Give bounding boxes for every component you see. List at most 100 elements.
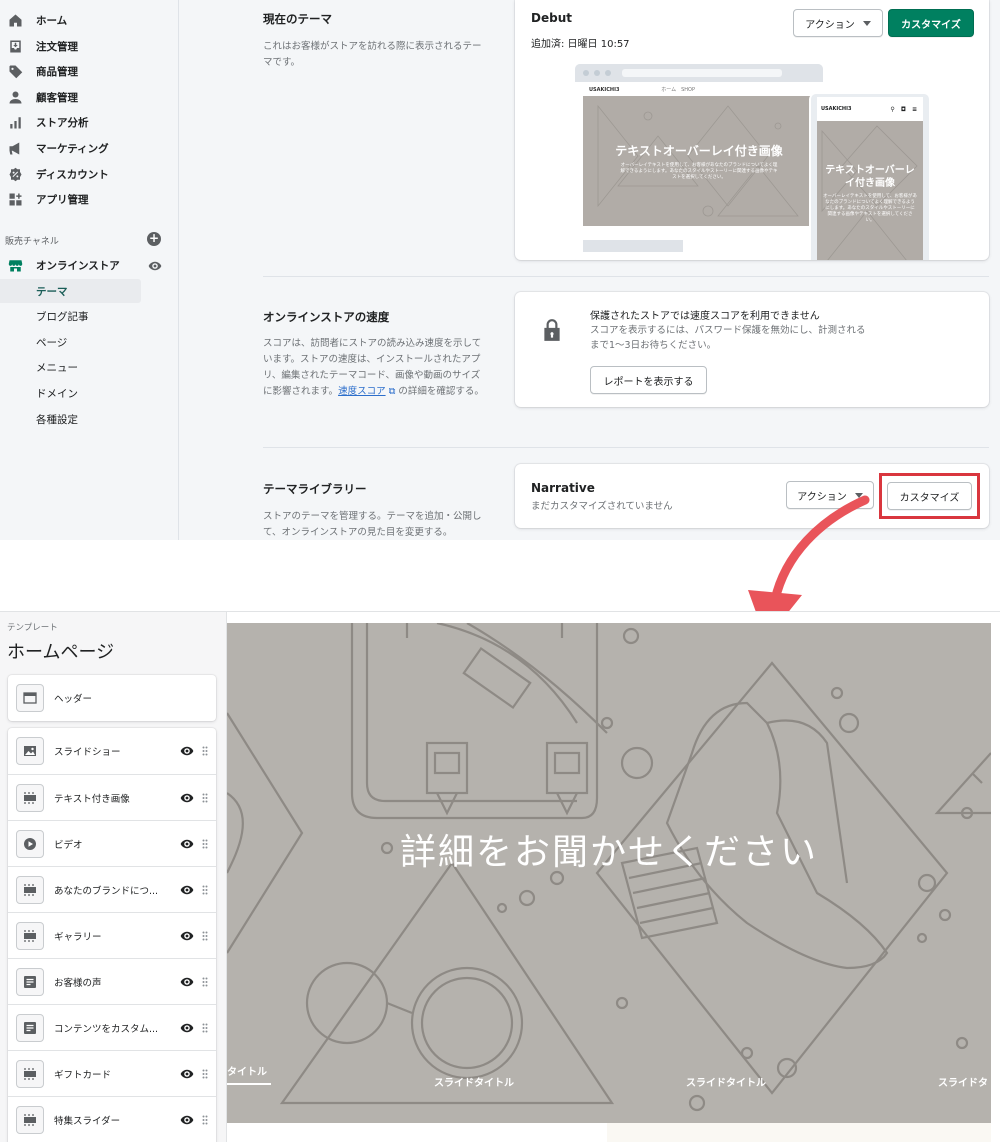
add-channel-icon[interactable]: + [147,232,161,246]
section-icon [16,1105,44,1134]
nav-label: 注文管理 [36,40,78,53]
image-icon [16,737,44,765]
eye-icon[interactable] [180,1021,194,1035]
nav-customers[interactable]: 顧客管理 [0,85,78,109]
preview-mobile-hero: テキストオーバーレイ付き画像 オーバーレイテキストを使用して、お客様があなたのブ… [817,121,923,260]
template-label: テンプレート [7,623,58,633]
slide-tab-label: タイトル [227,1067,267,1078]
sub-item-pages[interactable]: ページ [0,330,141,354]
block-testimonials[interactable]: お客様の声 [8,958,216,1004]
preview-mobile-title: テキストオーバーレイ付き画像 [825,164,915,189]
block-gallery[interactable]: ギャラリー [8,912,216,958]
nav-discounts[interactable]: ディスカウント [0,162,109,186]
library-description: ストアのテーマを管理する。テーマを追加・公開して、オンラインストアの見た目を変更… [263,511,482,538]
block-featured-slider[interactable]: 特集スライダー [8,1096,216,1142]
library-customize-button[interactable]: カスタマイズ [887,482,972,510]
sub-item-settings[interactable]: 各種設定 [0,407,141,431]
sub-item-blog[interactable]: ブログ記事 [0,304,141,328]
drag-handle-icon[interactable] [202,1115,208,1125]
drag-handle-icon[interactable] [202,885,208,895]
speed-score-link[interactable]: 速度スコア [338,386,386,397]
drag-handle-icon[interactable] [202,977,208,987]
nav-orders[interactable]: 注文管理 [0,34,78,58]
preview-hero: テキストオーバーレイ付き画像 オーバーレイテキストを使用して、お客様があなたのブ… [583,96,815,226]
block-label: コンテンツをカスタム... [54,1023,159,1035]
sub-item-themes[interactable]: テーマ [0,279,141,303]
view-report-button[interactable]: レポートを表示する [590,366,707,394]
eye-icon[interactable] [148,259,162,273]
text-block-icon [16,1013,44,1042]
block-gift-card[interactable]: ギフトカード [8,1050,216,1096]
eye-icon[interactable] [180,883,194,897]
block-about-brand[interactable]: あなたのブランドにつ... [8,866,216,912]
slideshow-headline: 詳細をお聞かせください [399,832,818,873]
speed-card-description: スコアを表示するには、パスワード保護を無効にし、計測されるまで1〜3日お待ちくだ… [590,325,866,351]
theme-name: Debut [531,11,572,25]
person-icon [8,90,23,105]
nav-label: アプリ管理 [36,193,89,206]
nav-marketing[interactable]: マーケティング [0,136,109,160]
editor-sidebar: テンプレート ホームページ ヘッダー スライドショー テキスト付き画像 ビデオ … [0,612,227,1142]
drag-handle-icon[interactable] [202,1069,208,1079]
block-header[interactable]: ヘッダー [8,675,216,721]
discount-icon [8,167,23,182]
drag-handle-icon[interactable] [202,931,208,941]
block-slideshow[interactable]: スライドショー [8,728,216,774]
sub-item-domains[interactable]: ドメイン [0,381,141,405]
speed-description-tail: の詳細を確認する。 [395,386,484,397]
nav-products[interactable]: 商品管理 [0,59,78,83]
section-divider [263,276,989,277]
theme-preview-desktop: USAKICHI3 ホーム SHOP テキストオーバーレイ付き画像 オーバーレイ… [575,64,823,260]
speed-description: スコアは、訪問者にストアの読み込み速度を示しています。ストアの速度は、インストー… [263,336,489,400]
slide-tab[interactable]: スライドタイトル [434,1074,514,1089]
header-section-icon [16,684,44,712]
browser-bar [575,64,823,82]
speed-card: 保護されたストアでは速度スコアを利用できません スコアを表示するには、パスワード… [515,292,989,407]
slide-tab[interactable]: スライドタイトル [686,1074,766,1089]
section-icon [16,1059,44,1088]
library-theme-name: Narrative [531,481,595,495]
drag-handle-icon[interactable] [202,793,208,803]
block-label: ヘッダー [54,694,93,705]
nav-online-store[interactable]: オンラインストア [0,253,120,277]
block-custom-content[interactable]: コンテンツをカスタム... [8,1004,216,1050]
library-theme-status: まだカスタマイズされていません [531,501,673,512]
drag-handle-icon[interactable] [202,839,208,849]
block-label: スライドショー [54,747,121,758]
button-label: アクション [805,19,855,31]
admin-sidebar: ホーム 注文管理 商品管理 顧客管理 ストア分析 マーケティング ディスカウント [0,0,179,540]
block-image-with-text[interactable]: テキスト付き画像 [8,774,216,820]
eye-icon[interactable] [180,929,194,943]
eye-icon[interactable] [180,1067,194,1081]
action-dropdown-button[interactable]: アクション [793,9,883,37]
eye-icon[interactable] [180,975,194,989]
slide-tab[interactable]: スライドタ [938,1074,988,1089]
nav-home[interactable]: ホーム [0,8,67,32]
block-label: あなたのブランドにつ... [54,885,159,897]
orders-icon [8,39,23,54]
preview-mobile-nav: USAKICHI3 ⚲ ◘ ≡ [817,97,923,121]
block-video[interactable]: ビデオ [8,820,216,866]
slideshow-preview[interactable]: 詳細をお聞かせください タイトル スライドタイトル スライドタイトル スライドタ [227,623,991,1123]
nav-label: マーケティング [36,142,109,155]
eye-icon[interactable] [180,837,194,851]
template-name[interactable]: ホームページ [7,638,114,664]
nav-apps[interactable]: アプリ管理 [0,187,89,211]
eye-icon[interactable] [180,744,194,758]
drag-handle-icon[interactable] [202,746,208,756]
preview-mobile-brand: USAKICHI3 [821,106,852,112]
nav-label: ホーム [36,14,68,27]
preview-brand: USAKICHI3 [589,87,620,93]
megaphone-icon [8,141,23,156]
customize-button[interactable]: カスタマイズ [888,9,974,37]
apps-icon [8,192,23,207]
sections-card: スライドショー テキスト付き画像 ビデオ あなたのブランドにつ... ギャラリー… [8,728,216,1142]
nav-analytics[interactable]: ストア分析 [0,110,89,134]
play-icon [16,829,44,858]
drag-handle-icon[interactable] [202,1023,208,1033]
eye-icon[interactable] [180,1113,194,1127]
eye-icon[interactable] [180,791,194,805]
current-theme-card: Debut 追加済: 日曜日 10:57 アクション カスタマイズ USAKIC… [515,0,989,260]
slide-tab-active[interactable]: タイトル [227,1063,271,1085]
sub-item-menus[interactable]: メニュー [0,355,141,379]
